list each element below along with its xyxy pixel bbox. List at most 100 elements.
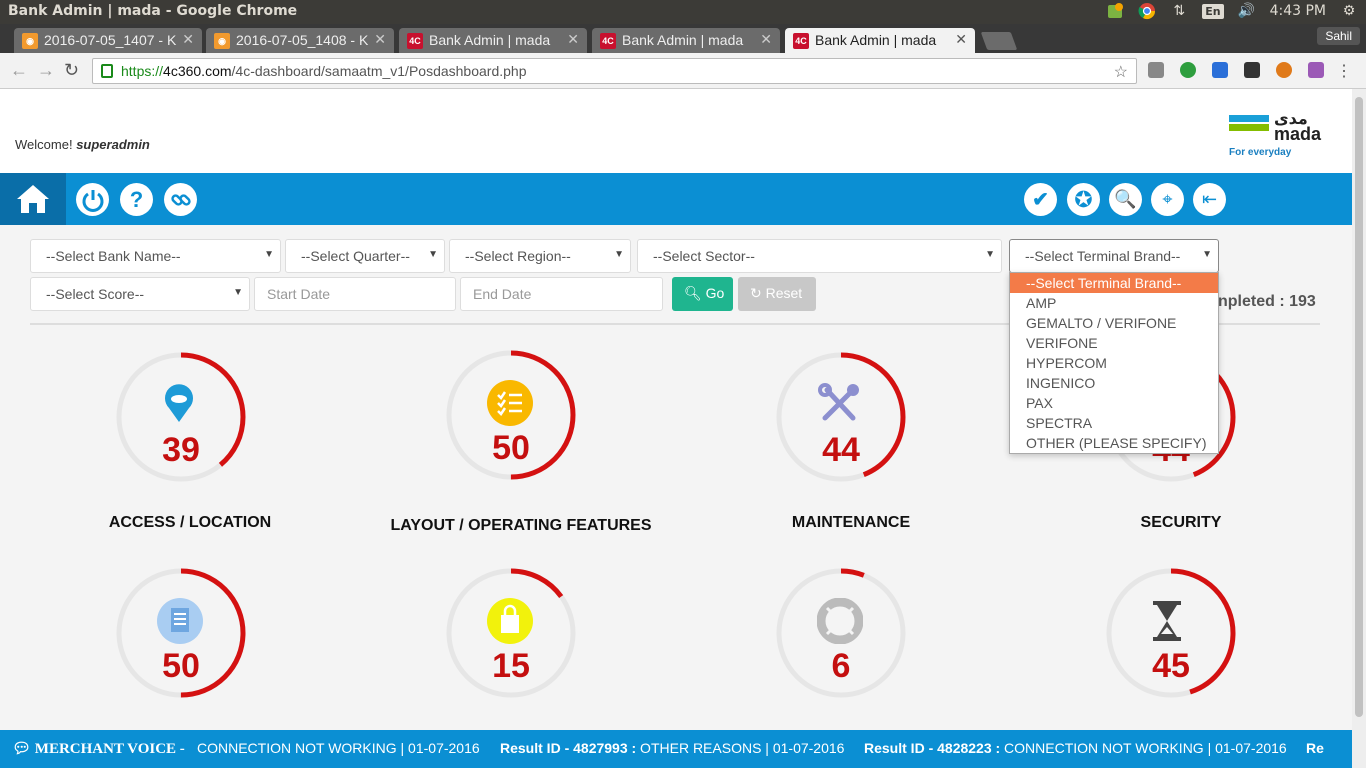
update-icon[interactable] [1106, 2, 1124, 20]
search-report-button[interactable]: 🔍 [1109, 183, 1142, 216]
tab-label: 2016-07-05_1407 - K [44, 32, 177, 48]
ticker-item: Result ID - 4827993 : OTHER REASONS | 01… [500, 740, 845, 756]
terminal-brand-select[interactable]: --Select Terminal Brand-- ▼ [1009, 239, 1219, 273]
network-icon[interactable]: ⇅ [1170, 2, 1188, 20]
dropdown-option[interactable]: AMP [1010, 293, 1218, 313]
profile-button[interactable]: Sahil [1317, 27, 1360, 45]
approve-button[interactable]: ✔ [1024, 183, 1057, 216]
volume-icon[interactable]: 🔊 [1238, 2, 1256, 20]
region-select[interactable]: --Select Region-- ▼ [449, 239, 631, 273]
keyboard-layout-indicator[interactable]: En [1202, 3, 1224, 19]
start-date-input[interactable]: Start Date [254, 277, 456, 311]
quarter-select[interactable]: --Select Quarter-- ▼ [285, 239, 445, 273]
extension-icon[interactable] [1276, 62, 1292, 78]
ticker-item: CONNECTION NOT WORKING | 01-07-2016 [197, 740, 480, 756]
close-icon[interactable]: ✕ [760, 31, 772, 48]
power-button[interactable] [76, 183, 109, 216]
page-scrollbar[interactable] [1352, 89, 1366, 768]
close-icon[interactable]: ✕ [182, 31, 194, 48]
back-icon[interactable]: ← [10, 60, 28, 81]
dropdown-option[interactable]: VERIFONE [1010, 333, 1218, 353]
dropdown-option[interactable]: --Select Terminal Brand-- [1010, 273, 1218, 293]
score-gauge: 6 [771, 563, 911, 703]
new-tab-button[interactable] [980, 32, 1018, 50]
chevron-down-icon: ▼ [614, 249, 624, 260]
refresh-icon: ↻ [750, 285, 762, 301]
export-button[interactable]: ⇤ [1193, 183, 1226, 216]
close-icon[interactable]: ✕ [567, 31, 579, 48]
chat-icon: 💬︎ [12, 741, 32, 757]
dropdown-option[interactable]: INGENICO [1010, 373, 1218, 393]
sector-select-value: --Select Sector-- [653, 248, 755, 264]
extension-icon[interactable] [1212, 62, 1228, 78]
link-icon [170, 193, 191, 206]
score-gauge: 50 [111, 563, 251, 703]
system-tray: ⇅ En 🔊 4:43 PM ⚙ [1106, 2, 1358, 20]
chrome-icon[interactable] [1138, 2, 1156, 20]
terminal-brand-dropdown[interactable]: --Select Terminal Brand-- AMP GEMALTO / … [1009, 272, 1219, 454]
dropdown-option[interactable]: HYPERCOM [1010, 353, 1218, 373]
question-icon: ? [129, 186, 144, 212]
merchant-voice-ticker: 💬︎ MERCHANT VOICE - CONNECTION NOT WORKI… [0, 730, 1352, 768]
chevron-down-icon: ▼ [428, 249, 438, 260]
reset-button[interactable]: ↻ Reset [738, 277, 816, 311]
browser-tab-2[interactable]: ◉ 2016-07-05_1408 - K ✕ [206, 28, 394, 53]
main-navbar: ? ✔ ✪ 🔍 ⌖ ⇤ [0, 173, 1352, 225]
home-button[interactable] [0, 173, 66, 225]
address-bar[interactable]: https://4c360.com/4c-dashboard/samaatm_v… [92, 58, 1137, 84]
sector-select[interactable]: --Select Sector-- ▼ [637, 239, 1002, 273]
4c-icon: 4C [407, 33, 423, 49]
end-date-input[interactable]: End Date [460, 277, 663, 311]
scrollbar-thumb[interactable] [1355, 97, 1363, 717]
quarter-select-value: --Select Quarter-- [301, 248, 410, 264]
home-icon [17, 185, 49, 213]
bookmark-star-icon[interactable]: ☆ [1114, 62, 1128, 82]
close-icon[interactable]: ✕ [374, 31, 386, 48]
url-path: /4c-dashboard/samaatm_v1/Posdashboard.ph… [231, 63, 527, 79]
dropdown-option[interactable]: GEMALTO / VERIFONE [1010, 313, 1218, 333]
ticker-title: MERCHANT VOICE - [34, 741, 185, 757]
search-document-icon: 🔍 [1114, 189, 1137, 209]
help-button[interactable]: ? [120, 183, 153, 216]
dropdown-option[interactable]: OTHER (PLEASE SPECIFY) [1010, 433, 1218, 453]
checkmark-icon: ✔ [1032, 189, 1049, 211]
score-gauge: 45 [1101, 563, 1241, 703]
chevron-down-icon: ▼ [264, 249, 274, 260]
window-title: Bank Admin | mada - Google Chrome [8, 3, 298, 19]
close-icon[interactable]: ✕ [955, 31, 967, 48]
eyedropper-extension-icon[interactable] [1148, 62, 1164, 78]
rating-button[interactable]: ✪ [1067, 183, 1100, 216]
score-gauge: 44 [771, 347, 911, 487]
map-pin-icon: ⌖ [1162, 189, 1173, 209]
clock[interactable]: 4:43 PM [1270, 3, 1326, 19]
dropdown-option[interactable]: PAX [1010, 393, 1218, 413]
terminal-brand-select-value: --Select Terminal Brand-- [1025, 248, 1181, 264]
gear-icon[interactable]: ⚙ [1340, 2, 1358, 20]
browser-tab-1[interactable]: ◉ 2016-07-05_1407 - K ✕ [14, 28, 202, 53]
dropdown-option[interactable]: SPECTRA [1010, 413, 1218, 433]
username: superadmin [76, 137, 150, 152]
score-select[interactable]: --Select Score-- ▼ [30, 277, 250, 311]
extension-icon[interactable] [1308, 62, 1324, 78]
map-button[interactable]: ⌖ [1151, 183, 1184, 216]
document-icon [157, 598, 205, 646]
forward-icon[interactable]: → [37, 60, 55, 81]
score-select-value: --Select Score-- [46, 286, 145, 302]
chevron-down-icon: ▼ [233, 287, 243, 298]
bank-select[interactable]: --Select Bank Name-- ▼ [30, 239, 281, 273]
browser-menu-icon[interactable]: ⋮ [1336, 61, 1352, 81]
browser-tab-3[interactable]: 4C Bank Admin | mada ✕ [399, 28, 587, 53]
browser-tab-4[interactable]: 4C Bank Admin | mada ✕ [592, 28, 780, 53]
reload-icon[interactable]: ↻ [64, 60, 79, 81]
link-button[interactable] [164, 183, 197, 216]
go-button[interactable]: 🔍︎ Go [672, 277, 733, 311]
score-gauge: 50 [441, 345, 581, 485]
gauge-label-security: SECURITY [1140, 514, 1222, 531]
extension-icon[interactable] [1244, 62, 1260, 78]
score-gauge: 15 [441, 563, 581, 703]
lifebuoy-icon [817, 598, 865, 646]
shopping-bag-icon [487, 598, 535, 646]
browser-tab-5[interactable]: 4C Bank Admin | mada ✕ [785, 28, 975, 53]
extension-icon[interactable] [1180, 62, 1196, 78]
tab-label: Bank Admin | mada [815, 32, 937, 48]
